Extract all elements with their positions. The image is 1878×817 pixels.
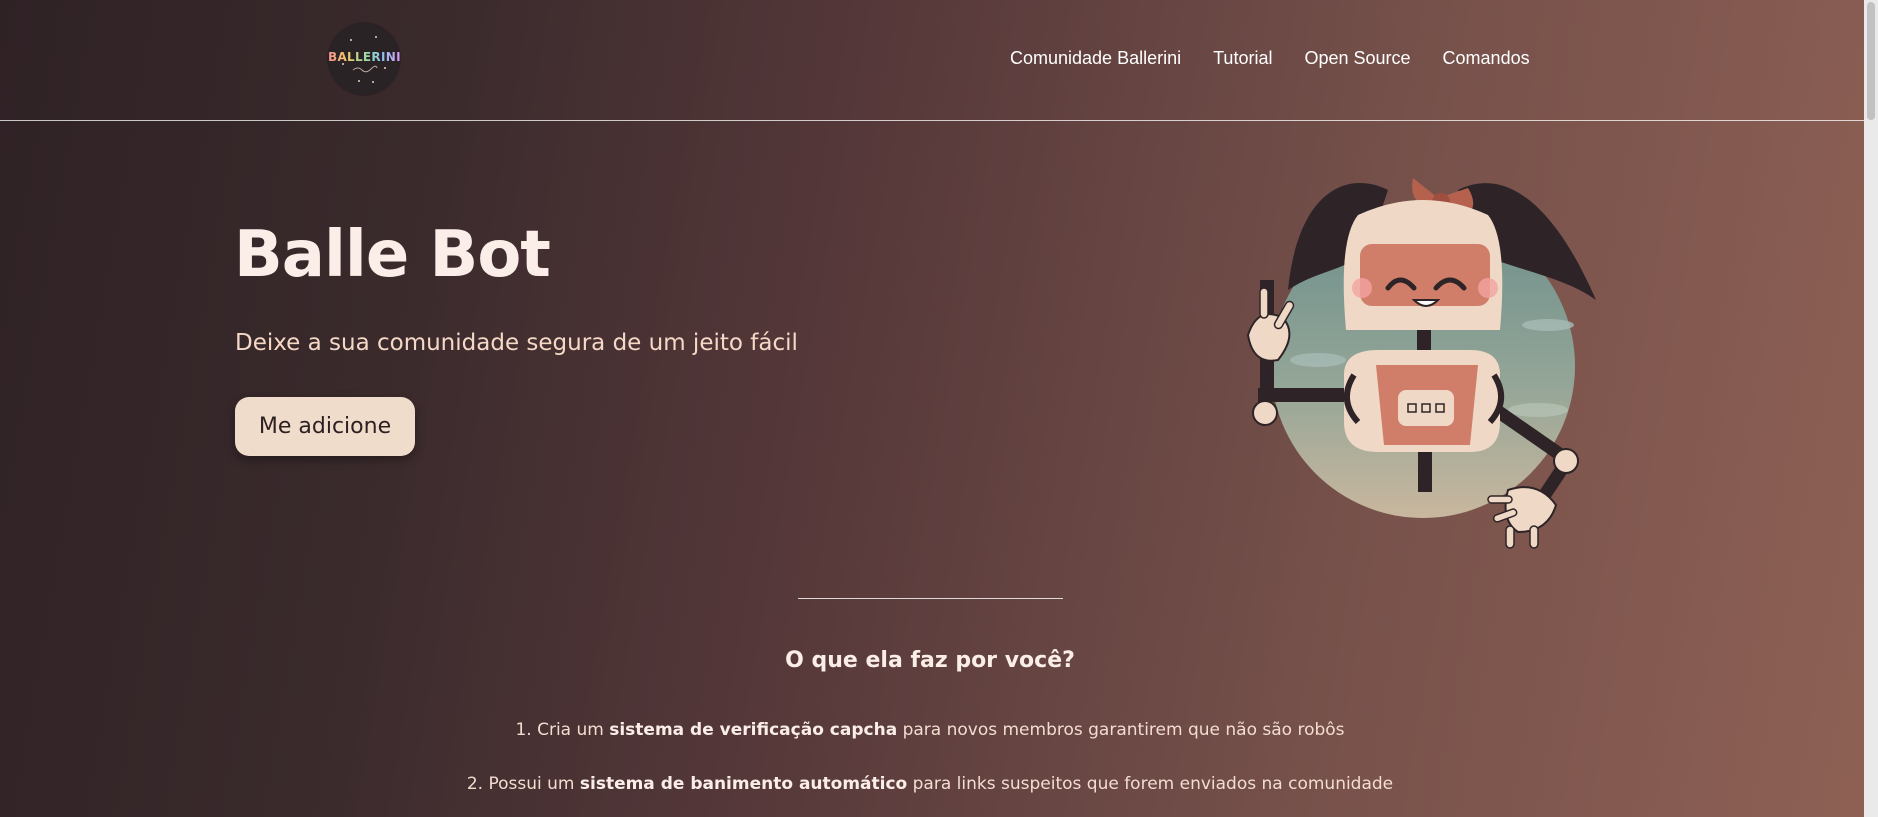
hero-subtitle: Deixe a sua comunidade segura de um jeit… [235,330,798,356]
add-bot-button[interactable]: Me adicione [235,397,415,456]
feature-prefix: 1. Cria um [515,720,610,740]
feature-highlight: sistema de verificação capcha [609,720,898,740]
features-title: O que ela faz por você? [785,648,1075,673]
main-nav: Comunidade Ballerini Tutorial Open Sourc… [1010,48,1530,69]
section-divider [798,598,1063,599]
feature-item: 2. Possui um sistema de banimento automá… [0,774,1860,794]
nav-link-tutorial[interactable]: Tutorial [1213,48,1272,69]
feature-prefix: 2. Possui um [466,774,580,794]
nav-link-comunidade[interactable]: Comunidade Ballerini [1010,48,1181,69]
robot-mascot-illustration [1246,178,1596,549]
page-scrollbar[interactable] [1864,0,1878,817]
nav-link-open-source[interactable]: Open Source [1304,48,1410,69]
feature-suffix: para links suspeitos que forem enviados … [907,774,1394,794]
feature-item: 1. Cria um sistema de verificação capcha… [0,720,1860,740]
hero-title: Balle Bot [234,218,551,292]
navbar: BALLERINI Comunidade Ballerini Tutorial … [0,0,1864,121]
ballerini-logo[interactable]: BALLERINI [328,23,400,95]
scrollbar-thumb[interactable] [1867,2,1875,120]
logo-text: BALLERINI [328,50,400,64]
feature-highlight: sistema de banimento automático [579,774,908,794]
nav-link-comandos[interactable]: Comandos [1443,48,1530,69]
feature-suffix: para novos membros garantirem que não sã… [897,720,1345,740]
